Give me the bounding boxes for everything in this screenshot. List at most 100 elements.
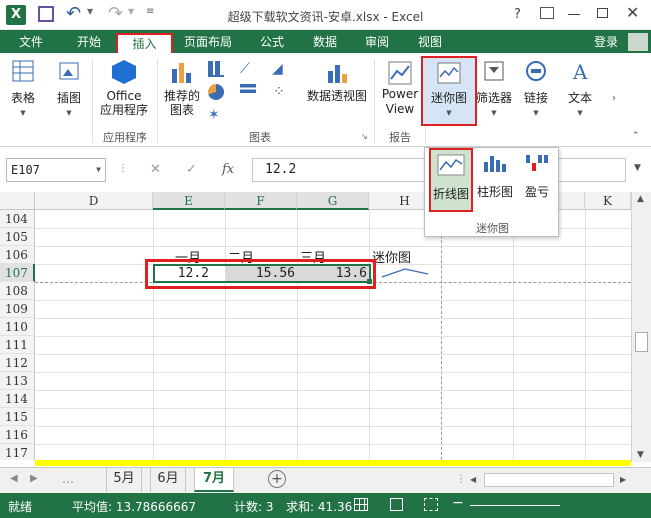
recommended-charts-button[interactable]: 推荐的 图表 <box>160 59 204 117</box>
sheet-tab-june[interactable]: 6月 <box>150 468 186 492</box>
scroll-right-icon[interactable]: ▶ <box>620 475 626 484</box>
row-header-115[interactable]: 115 <box>0 408 35 426</box>
row-header-104[interactable]: 104 <box>0 210 35 228</box>
col-header-f[interactable]: F <box>225 192 297 210</box>
close-button[interactable]: ✕ <box>626 3 639 22</box>
row-header-105[interactable]: 105 <box>0 228 35 246</box>
slicer-button[interactable]: 筛选器 ▼ <box>476 59 512 121</box>
divider <box>157 59 158 143</box>
ribbon-display-icon[interactable] <box>540 7 554 19</box>
horizontal-scrollbar[interactable] <box>484 473 614 487</box>
zoom-out-icon[interactable]: − <box>452 495 464 511</box>
restore-button[interactable] <box>597 8 608 18</box>
ribbon-insert: 表格 ▼ 插图 ▼ Office 应用程序 应用程序 推荐的 图表 ⟋ ◢ ⁘ … <box>0 53 651 147</box>
cancel-icon[interactable]: ✕ <box>150 162 161 177</box>
normal-view-icon[interactable] <box>354 498 368 511</box>
divider <box>374 59 375 143</box>
tab-home[interactable]: 开始 <box>66 33 112 53</box>
text-button[interactable]: A 文本 ▼ <box>562 59 598 121</box>
tab-split-icon[interactable]: ⋮ <box>456 474 466 485</box>
gridline <box>153 210 154 460</box>
column-sparkline-button[interactable]: 柱形图 <box>475 152 515 212</box>
sheet-tab-may[interactable]: 5月 <box>106 468 142 492</box>
row-header-106[interactable]: 106 <box>0 246 35 264</box>
cell-h106[interactable]: 迷你图 <box>372 247 411 266</box>
insert-function-icon[interactable]: fx <box>222 162 234 177</box>
name-box[interactable]: E107 ▼ <box>6 158 106 182</box>
tab-data[interactable]: 数据 <box>305 33 345 53</box>
office-apps-button[interactable]: Office 应用程序 <box>94 59 154 117</box>
tab-review[interactable]: 审阅 <box>357 33 397 53</box>
row-header-117[interactable]: 117 <box>0 444 35 460</box>
slicer-label: 筛选器 <box>476 91 513 105</box>
help-button[interactable]: ? <box>514 7 521 22</box>
sheet-next-icon[interactable]: ▶ <box>30 473 38 484</box>
scatter-chart-icon[interactable]: ⁘ <box>273 84 285 100</box>
bar-chart-icon[interactable] <box>240 84 256 98</box>
row-header-111[interactable]: 111 <box>0 336 35 354</box>
scroll-thumb[interactable] <box>635 332 648 352</box>
tab-view[interactable]: 视图 <box>410 33 450 53</box>
status-count: 计数: 3 <box>234 500 274 514</box>
sheet-tab-july[interactable]: 7月 <box>194 468 234 492</box>
tab-page-layout[interactable]: 页面布局 <box>178 33 238 53</box>
winloss-sparkline-button[interactable]: 盈亏 <box>517 152 557 212</box>
ribbon-scroll-right-icon[interactable]: › <box>612 93 616 104</box>
row-header-108[interactable]: 108 <box>0 282 35 300</box>
scroll-left-icon[interactable]: ◀ <box>470 475 476 484</box>
tab-file[interactable]: 文件 <box>8 33 54 53</box>
row-header-113[interactable]: 113 <box>0 372 35 390</box>
row-header-116[interactable]: 116 <box>0 426 35 444</box>
page-break-view-icon[interactable] <box>424 498 438 511</box>
grip-icon[interactable]: ⋮ <box>118 163 128 174</box>
user-avatar-icon[interactable] <box>628 33 648 51</box>
enter-icon[interactable]: ✓ <box>186 162 197 177</box>
table-label: 表格 <box>10 91 35 105</box>
scroll-up-icon[interactable]: ▲ <box>637 194 644 204</box>
row-header-107[interactable]: 107 <box>0 264 35 282</box>
pivot-chart-button[interactable]: 数据透视图 <box>304 59 370 104</box>
charts-dialog-launcher-icon[interactable]: ↘ <box>361 132 368 141</box>
tab-formulas[interactable]: 公式 <box>252 33 292 53</box>
power-view-button[interactable]: Power View <box>378 59 422 117</box>
status-average: 平均值: 13.78666667 <box>72 500 197 514</box>
illustrations-icon <box>59 62 79 80</box>
area-chart-icon[interactable]: ◢ <box>272 61 283 77</box>
select-all-corner[interactable] <box>0 192 35 210</box>
login-link[interactable]: 登录 <box>588 33 624 53</box>
col-header-g[interactable]: G <box>297 192 369 210</box>
sparklines-dropdown-icon: ▼ <box>446 109 452 117</box>
scroll-down-icon[interactable]: ▼ <box>637 450 644 460</box>
tab-insert[interactable]: 插入 <box>116 33 173 53</box>
col-header-k[interactable]: K <box>585 192 631 210</box>
sparkline-preview[interactable] <box>380 266 430 280</box>
row-header-110[interactable]: 110 <box>0 318 35 336</box>
col-header-d[interactable]: D <box>35 192 153 210</box>
table-button[interactable]: 表格 ▼ <box>4 59 42 121</box>
row-header-112[interactable]: 112 <box>0 354 35 372</box>
col-header-e[interactable]: E <box>153 192 225 210</box>
sparklines-button[interactable]: 迷你图 ▼ <box>421 56 477 126</box>
ribbon-collapse-icon[interactable]: ⌃ <box>632 131 640 141</box>
zoom-slider[interactable] <box>470 505 560 506</box>
illustrations-button[interactable]: 插图 ▼ <box>50 59 88 121</box>
add-sheet-icon[interactable]: + <box>268 470 286 488</box>
data-range-highlight <box>145 259 376 289</box>
column-chart-icon[interactable] <box>208 61 224 77</box>
links-button[interactable]: 链接 ▼ <box>518 59 554 121</box>
row-header-109[interactable]: 109 <box>0 300 35 318</box>
minimize-button[interactable] <box>568 14 580 15</box>
expand-formula-bar-icon[interactable]: ▼ <box>634 163 641 173</box>
line-sparkline-button[interactable]: 折线图 <box>429 148 473 212</box>
pie-chart-icon[interactable] <box>208 84 224 100</box>
radar-chart-icon[interactable]: ✶ <box>208 107 220 123</box>
formula-value: 12.2 <box>265 162 297 177</box>
sheet-prev-icon[interactable]: ◀ <box>10 473 18 484</box>
line-chart-icon[interactable]: ⟋ <box>240 61 250 77</box>
page-layout-view-icon[interactable] <box>390 498 403 511</box>
ribbon-tabs: 文件 开始 插入 页面布局 公式 数据 审阅 视图 登录 <box>0 30 651 53</box>
row-header-114[interactable]: 114 <box>0 390 35 408</box>
name-box-dropdown-icon[interactable]: ▼ <box>96 159 101 181</box>
vertical-scrollbar[interactable]: ▲ ▼ <box>631 192 651 462</box>
sheet-more-icon[interactable]: … <box>62 472 74 486</box>
